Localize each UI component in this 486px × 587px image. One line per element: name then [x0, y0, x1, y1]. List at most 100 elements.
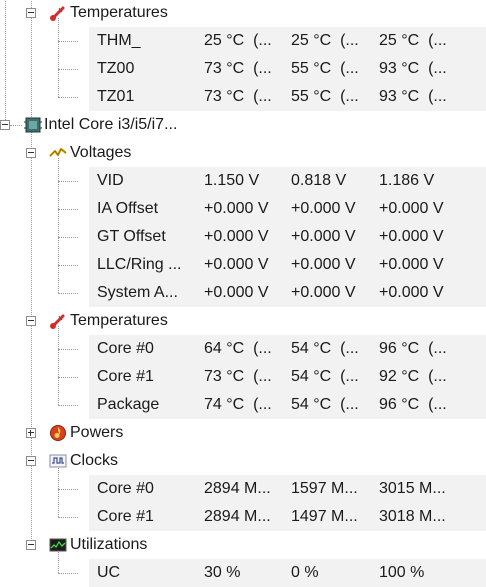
current-value: 2894 M... — [204, 480, 271, 497]
expand-toggle[interactable] — [26, 428, 36, 438]
sensor-label-intel-core-i3-i5-i7: Intel Core i3/i5/i7... — [44, 116, 178, 133]
sensor-row[interactable]: TZ00 73 °C (... 55 °C (... 93 °C (... — [89, 55, 486, 83]
minimum-value: 54 °C (... — [291, 340, 359, 357]
tree-connector-line — [58, 41, 78, 42]
voltage-bolt-icon — [49, 144, 67, 162]
sensor-label-temperatures: Temperatures — [70, 312, 168, 329]
sensor-group-row[interactable]: Voltages — [0, 139, 486, 167]
tree-connector-line — [58, 69, 78, 70]
collapse-toggle[interactable] — [0, 120, 10, 130]
sensor-group-row[interactable]: Clocks — [0, 447, 486, 475]
maximum-value: 96 °C (... — [379, 396, 447, 413]
utilization-monitor-icon — [49, 536, 67, 554]
tree-connector-line — [58, 349, 78, 350]
minimum-value: 0 % — [291, 564, 319, 581]
tree-connector-line — [58, 18, 59, 97]
sensor-row[interactable]: System A... +0.000 V +0.000 V +0.000 V — [89, 279, 486, 307]
thermometer-icon — [49, 312, 67, 330]
sensor-row[interactable]: Core #0 2894 M... 1597 M... 3015 M... — [89, 475, 486, 503]
sensor-label-core-0: Core #0 — [97, 340, 154, 357]
sensor-label-tz00: TZ00 — [97, 60, 135, 77]
sensor-label-voltages: Voltages — [70, 144, 132, 161]
sensor-label-core-0: Core #0 — [97, 480, 154, 497]
sensor-group-row[interactable]: Powers — [0, 419, 486, 447]
tree-connector-line — [58, 326, 59, 405]
maximum-value: 1.186 V — [379, 172, 435, 189]
maximum-value: +0.000 V — [379, 200, 444, 217]
sensor-label-utilizations: Utilizations — [70, 536, 148, 553]
tree-connector-line — [58, 377, 78, 378]
sensor-label-temperatures: Temperatures — [70, 4, 168, 21]
sensor-row[interactable]: Core #1 73 °C (... 54 °C (... 92 °C (... — [89, 363, 486, 391]
sensor-group-row[interactable]: Intel Core i3/i5/i7... — [0, 111, 486, 139]
collapse-toggle[interactable] — [26, 316, 36, 326]
sensor-label-core-1: Core #1 — [97, 508, 154, 525]
minimum-value: +0.000 V — [291, 228, 356, 245]
tree-connector-line — [58, 265, 78, 266]
sensor-row[interactable]: TZ01 73 °C (... 55 °C (... 93 °C (... — [89, 83, 486, 111]
sensor-label-powers: Powers — [70, 424, 124, 441]
thermometer-icon — [49, 4, 67, 22]
power-flame-icon — [49, 424, 67, 442]
sensor-row[interactable]: IA Offset +0.000 V +0.000 V +0.000 V — [89, 195, 486, 223]
maximum-value: 3015 M... — [379, 480, 446, 497]
minimum-value: 54 °C (... — [291, 396, 359, 413]
current-value: 74 °C (... — [204, 396, 272, 413]
maximum-value: 25 °C (... — [379, 32, 447, 49]
cpu-chip-icon — [24, 116, 42, 134]
sensor-row[interactable]: VID 1.150 V 0.818 V 1.186 V — [89, 167, 486, 195]
minimum-value: +0.000 V — [291, 284, 356, 301]
minimum-value: +0.000 V — [291, 200, 356, 217]
sensor-label-gt-offset: GT Offset — [97, 228, 166, 245]
tree-connector-line — [58, 181, 78, 182]
collapse-toggle[interactable] — [26, 540, 36, 550]
sensor-label-tz01: TZ01 — [97, 88, 135, 105]
maximum-value: +0.000 V — [379, 284, 444, 301]
sensor-label-llc-ring: LLC/Ring ... — [97, 256, 182, 273]
sensor-tree[interactable]: Temperatures THM_ 25 °C (... 25 °C (... 25 °… — [0, 0, 486, 587]
collapse-toggle[interactable] — [26, 8, 36, 18]
sensor-row[interactable]: LLC/Ring ... +0.000 V +0.000 V +0.000 V — [89, 251, 486, 279]
sensor-row[interactable]: Core #0 64 °C (... 54 °C (... 96 °C (... — [89, 335, 486, 363]
tree-connector-line — [58, 209, 78, 210]
sensor-group-row[interactable]: Temperatures — [0, 307, 486, 335]
sensor-label-vid: VID — [97, 172, 124, 189]
tree-connector-line — [58, 293, 78, 294]
sensor-row[interactable]: Core #1 2894 M... 1497 M... 3018 M... — [89, 503, 486, 531]
sensor-row[interactable]: THM_ 25 °C (... 25 °C (... 25 °C (... — [89, 27, 486, 55]
maximum-value: +0.000 V — [379, 256, 444, 273]
current-value: +0.000 V — [204, 256, 269, 273]
collapse-toggle[interactable] — [26, 456, 36, 466]
sensor-row[interactable]: Package 74 °C (... 54 °C (... 96 °C (... — [89, 391, 486, 419]
current-value: +0.000 V — [204, 284, 269, 301]
current-value: 25 °C (... — [204, 32, 272, 49]
sensor-label-thm: THM_ — [97, 32, 141, 49]
collapse-toggle[interactable] — [26, 148, 36, 158]
tree-connector-line — [58, 158, 59, 293]
minimum-value: 0.818 V — [291, 172, 347, 189]
clock-wave-icon — [49, 452, 67, 470]
minimum-value: 55 °C (... — [291, 60, 359, 77]
minimum-value: 1597 M... — [291, 480, 358, 497]
sensor-row[interactable]: GT Offset +0.000 V +0.000 V +0.000 V — [89, 223, 486, 251]
maximum-value: 93 °C (... — [379, 60, 447, 77]
sensor-row[interactable]: UC 30 % 0 % 100 % — [89, 559, 486, 587]
maximum-value: 3018 M... — [379, 508, 446, 525]
maximum-value: 93 °C (... — [379, 88, 447, 105]
sensor-label-core-1: Core #1 — [97, 368, 154, 385]
sensor-group-row[interactable]: Temperatures — [0, 0, 486, 27]
sensor-label-uc: UC — [97, 564, 121, 581]
sensor-label-ia-offset: IA Offset — [97, 200, 159, 217]
minimum-value: 1497 M... — [291, 508, 358, 525]
current-value: 30 % — [204, 564, 241, 581]
sensor-label-system-a: System A... — [97, 284, 178, 301]
minimum-value: 25 °C (... — [291, 32, 359, 49]
current-value: +0.000 V — [204, 200, 269, 217]
current-value: 73 °C (... — [204, 60, 272, 77]
tree-connector-line — [58, 573, 78, 574]
sensor-group-row[interactable]: Utilizations — [0, 531, 486, 559]
tree-connector-line — [58, 489, 78, 490]
tree-connector-line — [31, 18, 32, 123]
tree-connector-line — [58, 405, 78, 406]
current-value: 64 °C (... — [204, 340, 272, 357]
